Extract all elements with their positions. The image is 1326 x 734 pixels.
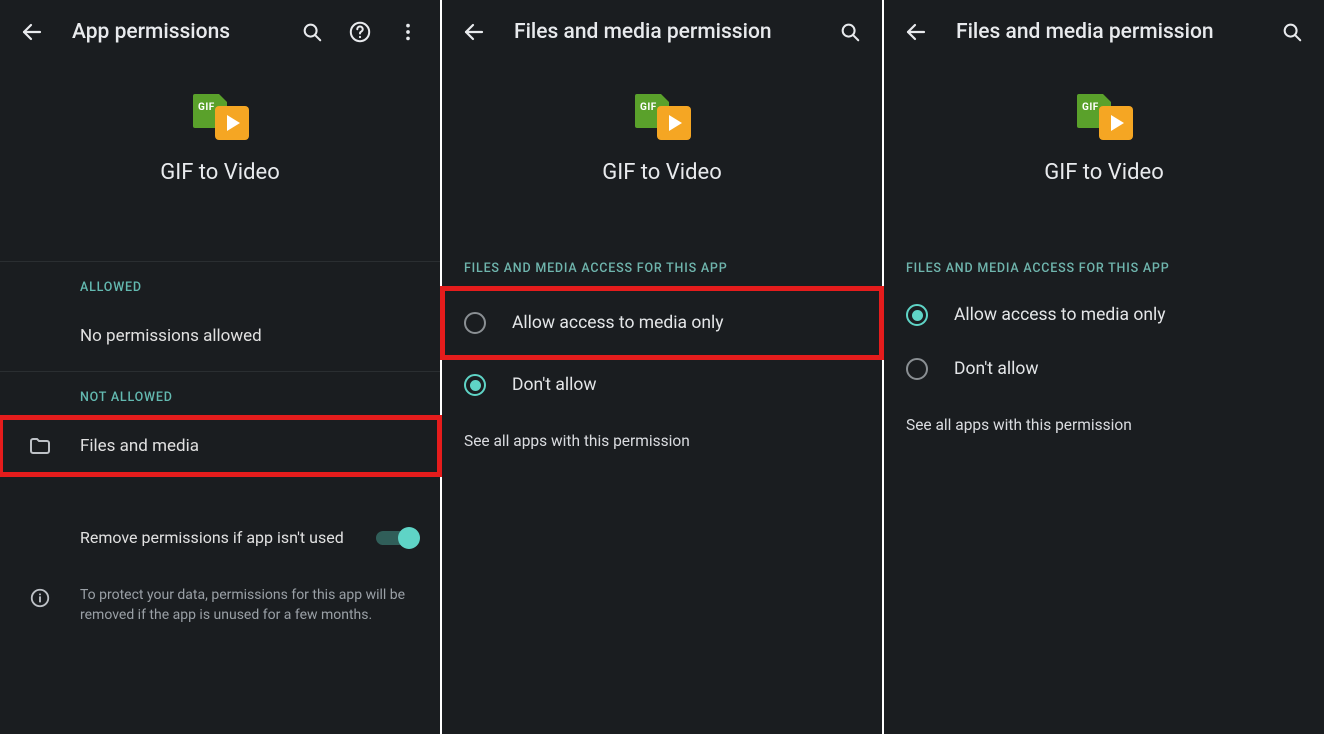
section-allowed: ALLOWED — [0, 262, 440, 307]
search-icon[interactable] — [292, 12, 332, 52]
app-name: GIF to Video — [1044, 160, 1164, 185]
app-name: GIF to Video — [160, 160, 280, 185]
gif-badge: GIF — [1082, 102, 1099, 113]
app-header: GIF GIF to Video — [0, 64, 440, 215]
app-name: GIF to Video — [602, 160, 722, 185]
files-and-media-label: Files and media — [80, 436, 418, 456]
section-not-allowed: NOT ALLOWED — [0, 372, 440, 417]
gif-badge: GIF — [640, 102, 657, 113]
info-note: To protect your data, permissions for th… — [80, 585, 418, 626]
app-icon: GIF — [191, 94, 249, 140]
remove-permissions-toggle[interactable] — [376, 526, 418, 550]
option-dont-allow-label: Don't allow — [512, 375, 597, 395]
search-icon[interactable] — [830, 12, 870, 52]
overflow-menu-icon[interactable] — [388, 12, 428, 52]
topbar: Files and media permission — [884, 0, 1324, 64]
files-and-media-row[interactable]: Files and media — [0, 417, 440, 475]
search-icon[interactable] — [1272, 12, 1312, 52]
option-dont-allow[interactable]: Don't allow — [442, 358, 882, 412]
app-icon: GIF — [1075, 94, 1133, 140]
no-permissions-text: No permissions allowed — [80, 326, 418, 346]
see-all-apps-label: See all apps with this permission — [906, 416, 1132, 434]
option-allow-media[interactable]: Allow access to media only — [442, 288, 882, 358]
section-access: FILES AND MEDIA ACCESS FOR THIS APP — [884, 243, 1324, 288]
app-header: GIF GIF to Video — [442, 64, 882, 215]
no-permissions-row: No permissions allowed — [0, 307, 440, 365]
panel-files-media-permission-after: Files and media permission GIF GIF to Vi… — [884, 0, 1326, 734]
gif-badge: GIF — [198, 102, 215, 113]
topbar: App permissions — [0, 0, 440, 64]
info-icon — [22, 585, 58, 609]
radio-checked-icon — [464, 374, 486, 396]
app-header: GIF GIF to Video — [884, 64, 1324, 215]
topbar: Files and media permission — [442, 0, 882, 64]
see-all-apps-link[interactable]: See all apps with this permission — [442, 412, 882, 470]
back-icon[interactable] — [12, 12, 52, 52]
panel-app-permissions: App permissions GIF GIF to Video ALLOWED… — [0, 0, 442, 734]
page-title: Files and media permission — [944, 20, 1264, 44]
option-allow-media-label: Allow access to media only — [512, 313, 724, 333]
remove-permissions-row[interactable]: Remove permissions if app isn't used — [0, 509, 440, 567]
radio-unchecked-icon — [906, 358, 928, 380]
app-icon: GIF — [633, 94, 691, 140]
see-all-apps-link[interactable]: See all apps with this permission — [884, 396, 1324, 454]
see-all-apps-label: See all apps with this permission — [464, 432, 690, 450]
help-icon[interactable] — [340, 12, 380, 52]
section-access: FILES AND MEDIA ACCESS FOR THIS APP — [442, 243, 882, 288]
page-title: App permissions — [60, 20, 284, 44]
remove-permissions-label: Remove permissions if app isn't used — [80, 527, 354, 549]
panel-files-media-permission-before: Files and media permission GIF GIF to Vi… — [442, 0, 884, 734]
radio-unchecked-icon — [464, 312, 486, 334]
info-row: To protect your data, permissions for th… — [0, 581, 440, 639]
option-dont-allow[interactable]: Don't allow — [884, 342, 1324, 396]
folder-icon — [22, 434, 58, 458]
option-allow-media[interactable]: Allow access to media only — [884, 288, 1324, 342]
back-icon[interactable] — [454, 12, 494, 52]
radio-checked-icon — [906, 304, 928, 326]
option-allow-media-label: Allow access to media only — [954, 305, 1166, 325]
option-dont-allow-label: Don't allow — [954, 359, 1039, 379]
page-title: Files and media permission — [502, 20, 822, 44]
back-icon[interactable] — [896, 12, 936, 52]
